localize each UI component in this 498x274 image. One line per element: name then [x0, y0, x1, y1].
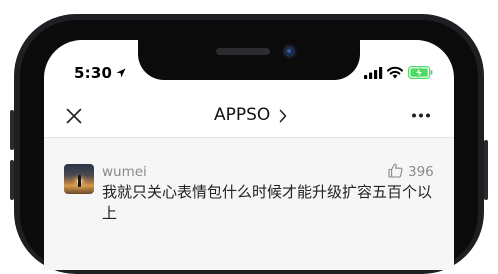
phone-side-button — [10, 110, 14, 150]
nav-bar: APPSO — [44, 94, 454, 138]
page-title[interactable]: APPSO — [214, 105, 270, 125]
earpiece-speaker — [216, 48, 270, 55]
cellular-signal-icon — [364, 67, 383, 79]
close-icon[interactable] — [66, 108, 82, 124]
status-time: 5:30 — [74, 64, 113, 82]
more-dots-icon[interactable] — [411, 113, 431, 118]
comment-text: 我就只关心表情包什么时候才能升级扩容五百个以上 — [102, 183, 433, 222]
wifi-icon — [387, 66, 403, 79]
like-count: 396 — [408, 164, 434, 180]
notch — [138, 40, 360, 80]
front-camera — [284, 46, 295, 57]
avatar-figure — [78, 175, 81, 187]
phone-side-button — [10, 160, 14, 200]
battery-charging-icon — [408, 66, 433, 79]
thumbs-up-icon[interactable] — [388, 163, 403, 178]
comment-section: wumei 396 我就只关心表情包什么时候才能升级扩容五百个以上 — [44, 138, 454, 270]
location-arrow-icon — [116, 68, 126, 78]
phone-screen: 5:30 APPSO wumei 396 我就只关心表情包什么时候才能升级扩容五… — [44, 40, 454, 270]
avatar[interactable] — [64, 164, 94, 194]
comment-username[interactable]: wumei — [102, 164, 147, 180]
phone-power-button — [484, 140, 488, 200]
screenshot-stage: 5:30 APPSO wumei 396 我就只关心表情包什么时候才能升级扩容五… — [0, 0, 498, 274]
chevron-right-icon[interactable] — [279, 109, 287, 123]
